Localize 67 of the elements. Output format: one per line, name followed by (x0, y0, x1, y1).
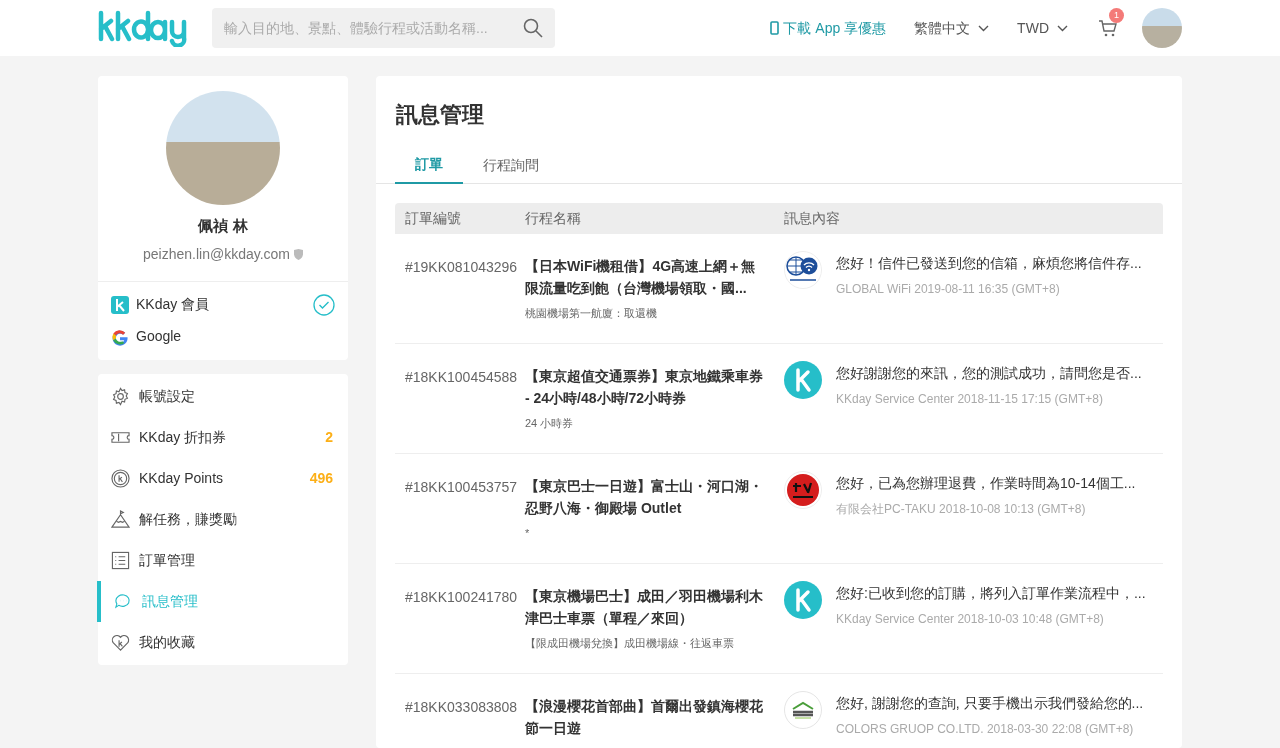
chevron-down-icon (978, 24, 990, 32)
message-meta: 有限会社PC-TAKU 2018-10-08 10:13 (GMT+8) (836, 501, 1087, 518)
product-name[interactable]: 【東京巴士一日遊】富士山・河口湖・忍野八海・御殿場 Outlet (525, 475, 764, 519)
order-number: #18KK100241780 (405, 589, 518, 605)
gear-icon (111, 386, 130, 406)
product-name[interactable]: 【日本WiFi機租借】4G高速上網＋無限流量吃到飽（台灣機場領取・國... (525, 255, 764, 299)
search-icon[interactable] (523, 18, 543, 38)
menu-item[interactable]: 解任務，賺獎勵 (98, 498, 348, 540)
calligraphy-logo-icon (784, 471, 822, 509)
search-input[interactable]: 輸入目的地、景點、體驗行程或活動名稱... (224, 17, 523, 39)
download-app-link[interactable]: 下載 App 享優惠 (770, 17, 887, 39)
cart-icon[interactable] (1098, 18, 1118, 38)
heart-k-icon (111, 632, 130, 652)
message-meta: GLOBAL WiFi 2019-08-11 16:35 (GMT+8) (836, 281, 1061, 298)
message-preview[interactable]: 您好, 謝謝您的查詢, 只要手機出示我們發給您的... (836, 693, 1144, 714)
column-header: 行程名稱 (525, 209, 582, 228)
message-preview[interactable]: 您好謝謝您的來訊，您的測試成功，請問您是否... (836, 363, 1142, 384)
menu-item[interactable]: KKday 折扣券 2 (98, 416, 348, 458)
order-number: #18KK100453757 (405, 479, 518, 495)
product-option: 桃園機場第一航廈：取還機 (525, 305, 764, 322)
chat-bubbles-icon (114, 591, 133, 611)
kkday-icon (111, 295, 129, 314)
product-option: 【限成田機場兌換】成田機場線・往返車票 (525, 635, 764, 652)
chevron-down-icon (1057, 24, 1068, 32)
product-name[interactable]: 【東京機場巴士】成田／羽田機場利木津巴士車票（單程／來回） (525, 585, 764, 629)
order-number: #18KK100454588 (405, 369, 518, 385)
phone-icon (770, 21, 780, 35)
globe-wifi-logo-icon (784, 251, 822, 289)
account-label: KKday 會員 (136, 295, 210, 314)
message-preview[interactable]: 您好，已為您辦理退費，作業時間為10-14個工... (836, 473, 1136, 494)
count-label: 2 (325, 427, 333, 447)
order-number: #19KK081043296 (405, 259, 518, 275)
check-circle-icon (313, 293, 335, 316)
account-label: Google (136, 327, 182, 346)
product-option: 24 小時券 (525, 415, 764, 432)
order-number: #18KK033083808 (405, 699, 518, 715)
count-label: 496 (309, 468, 333, 488)
kkday-logo-icon (784, 361, 822, 399)
menu-item[interactable]: 訂單管理 (98, 539, 348, 581)
message-preview[interactable]: 您好:已收到您的訂購，將列入訂單作業流程中，... (836, 583, 1146, 604)
kkday-logo-icon (784, 581, 822, 619)
mountain-flag-icon (111, 509, 130, 529)
user-name: 佩禎 林 (198, 216, 248, 236)
product-option: * (525, 525, 764, 542)
search-field[interactable]: 輸入目的地、景點、體驗行程或活動名稱... (212, 8, 555, 48)
menu-item[interactable]: KKday Points 496 (98, 457, 348, 499)
user-email: peizhen.lin@kkday.com (143, 244, 290, 264)
message-meta: KKday Service Center 2018-10-03 10:48 (GMT+8) (836, 611, 1105, 628)
message-preview[interactable]: 您好！信件已發送到您的信箱，麻煩您將信件存... (836, 253, 1142, 274)
product-name[interactable]: 【東京超值交通票券】東京地鐵乘車券 - 24小時/48小時/72小時券 (525, 365, 764, 409)
column-header: 訊息內容 (784, 209, 841, 228)
message-meta: COLORS GRUOP CO.LTD. 2018-03-30 22:08 (GMT+8) (836, 721, 1135, 738)
page-title: 訊息管理 (395, 101, 485, 129)
google-icon (111, 327, 129, 346)
tab[interactable]: 行程詢問 (463, 147, 559, 184)
list-icon (111, 550, 130, 570)
menu-item[interactable]: 我的收藏 (98, 621, 348, 663)
cart-count: 1 (1109, 8, 1124, 23)
column-header: 訂單編號 (404, 209, 462, 228)
coin-icon (111, 468, 130, 488)
message-meta: KKday Service Center 2018-11-15 17:15 (GMT+8) (836, 391, 1104, 408)
currency-dropdown[interactable]: TWD (1017, 17, 1068, 39)
menu-item[interactable]: 帳號設定 (98, 375, 348, 417)
shield-icon (294, 248, 303, 260)
language-dropdown[interactable]: 繁體中文 (914, 17, 990, 39)
tour-logo-icon (784, 691, 822, 729)
product-name[interactable]: 【浪漫櫻花首部曲】首爾出發鎮海櫻花節一日遊 (525, 695, 764, 739)
